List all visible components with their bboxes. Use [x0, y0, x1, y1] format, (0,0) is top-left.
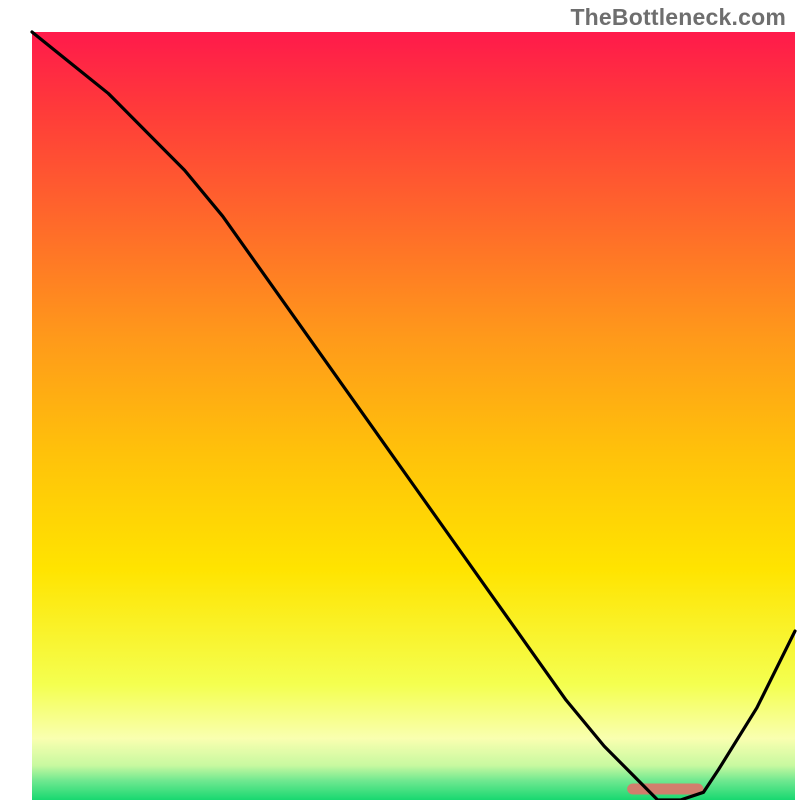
watermark-text: TheBottleneck.com [570, 4, 786, 31]
bottleneck-chart [0, 0, 800, 800]
chart-stage: TheBottleneck.com [0, 0, 800, 800]
gradient-background [32, 32, 795, 800]
optimal-range-marker [627, 783, 703, 794]
